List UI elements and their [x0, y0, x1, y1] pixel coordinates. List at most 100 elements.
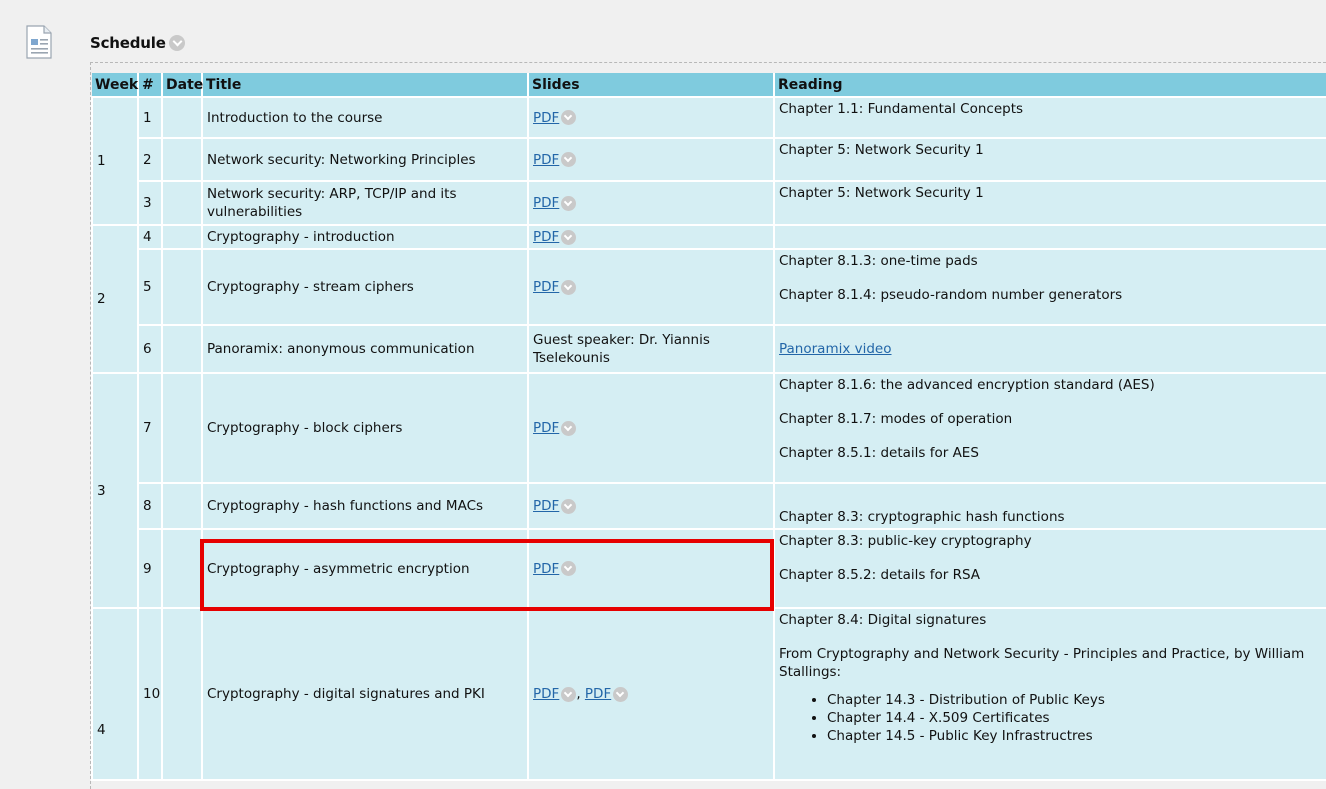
- schedule-table: Week # Date Title Slides Reading 1 1 Int…: [91, 73, 1326, 781]
- reading-cell: Chapter 5: Network Security 1: [773, 137, 1326, 182]
- pdf-menu-chevron-icon[interactable]: [561, 561, 577, 576]
- reading-text: Chapter 8.3: public-key cryptography: [779, 533, 1032, 549]
- num-cell: 2: [137, 137, 163, 182]
- num-cell: 5: [137, 248, 163, 326]
- pdf-menu-chevron-icon[interactable]: [561, 195, 577, 211]
- pdf-menu-chevron-icon[interactable]: [561, 420, 577, 436]
- list-item: Chapter 14.4 - X.509 Certificates: [827, 709, 1322, 727]
- reading-cell: Chapter 8.4: Digital signatures From Cry…: [773, 607, 1326, 781]
- reading-text: Chapter 8.5.1: details for AES: [779, 445, 979, 461]
- panoramix-video-link[interactable]: Panoramix video: [779, 341, 892, 357]
- pdf-link[interactable]: PDF: [533, 686, 559, 702]
- reading-cell: Chapter 8.1.3: one-time pads Chapter 8.1…: [773, 248, 1326, 326]
- table-header-row: Week # Date Title Slides Reading: [92, 73, 1326, 97]
- pdf-link[interactable]: PDF: [533, 195, 559, 211]
- reading-text: Chapter 8.1.3: one-time pads: [779, 253, 978, 269]
- table-row: 4 10 Cryptography - digital signatures a…: [91, 607, 1326, 781]
- reading-text: Chapter 8.1.7: modes of operation: [779, 411, 1013, 427]
- reading-text: Chapter 5: Network Security 1: [779, 185, 984, 201]
- num-cell: 6: [137, 324, 163, 374]
- pdf-link[interactable]: PDF: [533, 420, 559, 436]
- reading-text: From Cryptography and Network Security -…: [779, 646, 1305, 680]
- slides-cell: PDF: [527, 224, 775, 250]
- title-cell: Cryptography - stream ciphers: [201, 248, 529, 326]
- reading-text: Chapter 8.1.4: pseudo-random number gene…: [779, 287, 1123, 303]
- col-header-slides: Slides: [528, 73, 775, 97]
- title-cell: Introduction to the course: [201, 96, 529, 139]
- pdf-link[interactable]: PDF: [533, 152, 559, 168]
- col-header-title: Title: [202, 73, 529, 97]
- reading-text: Chapter 8.5.2: details for RSA: [779, 567, 981, 583]
- reading-text: Chapter 1.1: Fundamental Concepts: [779, 101, 1024, 117]
- date-cell: [161, 96, 203, 139]
- pdf-link[interactable]: PDF: [533, 561, 559, 577]
- document-icon: [26, 25, 52, 59]
- title-cell: Cryptography - introduction: [201, 224, 529, 250]
- list-item: Chapter 14.5 - Public Key Infrastructres: [827, 727, 1322, 745]
- reading-text: Chapter 5: Network Security 1: [779, 142, 984, 158]
- title-cell: Network security: ARP, TCP/IP and its vu…: [201, 180, 529, 226]
- table-row: 6 Panoramix: anonymous communication Gue…: [92, 324, 1326, 374]
- reading-text: Chapter 8.3: cryptographic hash function…: [779, 509, 1065, 525]
- separator: ,: [576, 686, 585, 702]
- reading-cell: Chapter 5: Network Security 1: [773, 180, 1326, 226]
- table-row: 3 7 Cryptography - block ciphers PDF Cha…: [91, 372, 1326, 609]
- pdf-menu-chevron-icon[interactable]: [561, 498, 577, 514]
- reading-cell: Chapter 8.3: cryptographic hash function…: [773, 482, 1326, 530]
- pdf-link[interactable]: PDF: [533, 279, 559, 295]
- slides-cell: PDF: [527, 180, 775, 226]
- table-row: 8 Cryptography - hash functions and MACs…: [92, 482, 1326, 530]
- title-cell: Cryptography - block ciphers: [201, 372, 529, 484]
- table-row: 3 Network security: ARP, TCP/IP and its …: [92, 180, 1326, 226]
- slides-cell: PDF: [527, 528, 775, 609]
- pdf-menu-chevron-icon[interactable]: [561, 279, 577, 295]
- date-cell: [161, 324, 203, 374]
- date-cell: [161, 248, 203, 326]
- pdf-link[interactable]: PDF: [585, 686, 611, 702]
- num-cell: 9: [137, 528, 163, 609]
- col-header-reading: Reading: [774, 73, 1326, 97]
- slides-cell: PDF, PDF: [527, 607, 775, 781]
- table-row: 9 Cryptography - asymmetric encryption P…: [92, 528, 1326, 609]
- date-cell: [161, 607, 203, 781]
- pdf-menu-chevron-icon[interactable]: [561, 229, 577, 245]
- slides-cell: PDF: [527, 248, 775, 326]
- col-header-date: Date: [162, 73, 203, 97]
- pdf-menu-chevron-icon[interactable]: [561, 152, 577, 167]
- page-title: Schedule: [90, 34, 185, 52]
- reading-cell: Panoramix video: [773, 324, 1326, 374]
- week-cell: 2: [91, 224, 139, 374]
- pdf-menu-chevron-icon[interactable]: [561, 686, 577, 702]
- slides-cell: PDF: [527, 482, 775, 530]
- pdf-link[interactable]: PDF: [533, 229, 559, 245]
- slides-cell: PDF: [527, 137, 775, 182]
- date-cell: [161, 224, 203, 250]
- num-cell: 4: [137, 224, 163, 250]
- date-cell: [161, 372, 203, 484]
- pdf-menu-chevron-icon[interactable]: [561, 110, 577, 125]
- date-cell: [161, 137, 203, 182]
- title-cell: Panoramix: anonymous communication: [201, 324, 529, 374]
- num-cell: 7: [137, 372, 163, 484]
- heading-text: Schedule: [90, 34, 166, 52]
- reading-cell: Chapter 1.1: Fundamental Concepts: [773, 96, 1326, 139]
- week-cell: 3: [91, 372, 139, 609]
- table-row: 5 Cryptography - stream ciphers PDF Chap…: [92, 248, 1326, 326]
- list-item: Chapter 14.3 - Distribution of Public Ke…: [827, 691, 1322, 709]
- col-header-num: #: [138, 73, 163, 97]
- date-cell: [161, 180, 203, 226]
- slides-cell: PDF: [527, 96, 775, 139]
- reading-text: Chapter 8.1.6: the advanced encryption s…: [779, 377, 1155, 393]
- reading-list: Chapter 14.3 - Distribution of Public Ke…: [779, 691, 1322, 745]
- pdf-link[interactable]: PDF: [533, 110, 559, 126]
- pdf-menu-chevron-icon[interactable]: [613, 686, 629, 702]
- divider: [90, 62, 1326, 63]
- date-cell: [161, 482, 203, 530]
- table-row: 1 1 Introduction to the course PDF Chapt…: [91, 96, 1326, 226]
- pdf-link[interactable]: PDF: [533, 498, 559, 514]
- reading-text: Chapter 8.4: Digital signatures: [779, 612, 987, 628]
- heading-menu-chevron-icon[interactable]: [168, 35, 185, 51]
- num-cell: 8: [137, 482, 163, 530]
- week-cell: 1: [91, 96, 139, 226]
- week-cell: 4: [91, 607, 139, 781]
